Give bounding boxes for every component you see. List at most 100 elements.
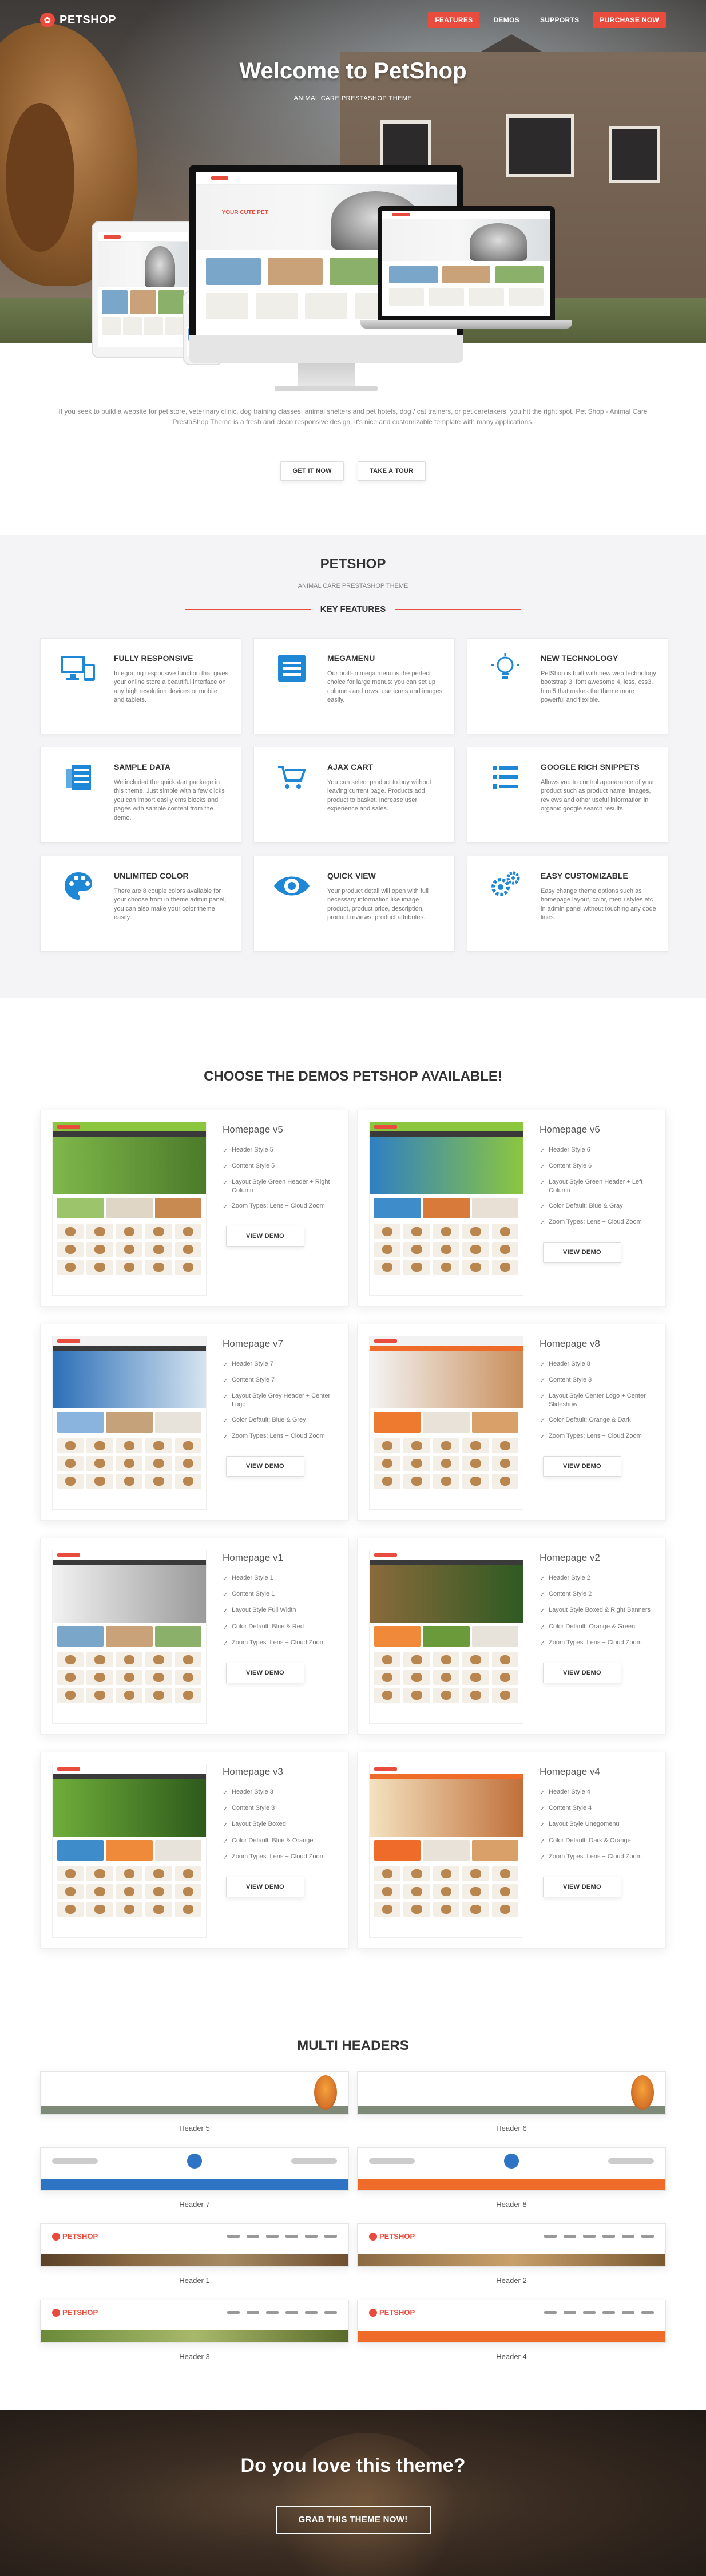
nav-demos[interactable]: DEMOS bbox=[486, 12, 526, 28]
header-preview[interactable]: Header 8 bbox=[357, 2147, 666, 2209]
nav-purchase-now[interactable]: PURCHASE NOW bbox=[593, 12, 666, 28]
demo-thumbnail[interactable] bbox=[369, 1336, 523, 1510]
header-preview-image[interactable] bbox=[357, 2071, 666, 2115]
header-preview-image[interactable]: PETSHOP bbox=[40, 2223, 349, 2267]
header-preview-image[interactable]: PETSHOP bbox=[357, 2223, 666, 2267]
demo-title: Homepage v7 bbox=[223, 1338, 283, 1349]
view-demo-button[interactable]: VIEW DEMO bbox=[543, 1662, 621, 1683]
check-icon: ✓ bbox=[223, 1202, 229, 1211]
view-demo-button[interactable]: VIEW DEMO bbox=[226, 1662, 304, 1683]
header-label: Header 1 bbox=[179, 2276, 210, 2285]
intro-text: If you seek to build a website for pet s… bbox=[58, 407, 648, 426]
header-label: Header 8 bbox=[496, 2200, 527, 2209]
header-label: Header 2 bbox=[496, 2276, 527, 2285]
feature-title: UNLIMITED COLOR bbox=[114, 871, 189, 880]
demo-feature-list: ✓ Header Style 6 ✓ Content Style 6 ✓ Layout S… bbox=[540, 1146, 654, 1227]
devices-icon bbox=[52, 651, 105, 721]
nav-supports[interactable]: SUPPORTS bbox=[533, 12, 586, 28]
main-nav: FEATURES DEMOS SUPPORTS PURCHASE NOW bbox=[428, 12, 666, 28]
key-features-heading: KEY FEATURES bbox=[40, 604, 666, 614]
demo-feature-item: ✓ Header Style 2 bbox=[540, 1574, 590, 1582]
demo-thumbnail[interactable] bbox=[52, 1764, 207, 1938]
feature-text: There are 8 couple colors available for … bbox=[114, 888, 227, 921]
hero-subtitle: ANIMAL CARE PRESTASHOP THEME bbox=[293, 95, 413, 102]
eye-icon bbox=[265, 869, 318, 939]
header-label: Header 7 bbox=[179, 2200, 210, 2209]
view-demo-button[interactable]: VIEW DEMO bbox=[543, 1242, 621, 1263]
grab-theme-button[interactable]: GRAB THIS THEME NOW! bbox=[275, 2506, 431, 2534]
feature-text: Allows you to control appearance of your… bbox=[541, 779, 655, 813]
demo-title: Homepage v5 bbox=[223, 1124, 283, 1135]
multi-headers-section: MULTI HEADERS Header 5 Header 6 Header 7 He… bbox=[0, 1972, 706, 2410]
demo-feature-list: ✓ Header Style 8 ✓ Content Style 8 ✓ Layout S… bbox=[540, 1360, 654, 1441]
check-icon: ✓ bbox=[540, 1639, 546, 1647]
header-preview[interactable]: Header 5 bbox=[40, 2071, 349, 2132]
demo-feature-list: ✓ Header Style 5 ✓ Content Style 5 ✓ Layout S… bbox=[223, 1146, 337, 1211]
feature-card: MEGAMENU Our built-in mega menu is the p… bbox=[253, 638, 455, 734]
check-icon: ✓ bbox=[540, 1360, 546, 1368]
demo-feature-item: ✓ Content Style 8 bbox=[540, 1376, 592, 1385]
top-navbar: ✿ PETSHOP FEATURES DEMOS SUPPORTS PURCHA… bbox=[0, 0, 706, 40]
view-demo-button[interactable]: VIEW DEMO bbox=[226, 1456, 304, 1477]
multi-headers-title: MULTI HEADERS bbox=[297, 2038, 409, 2053]
demos-grid: Homepage v5 ✓ Header Style 5 ✓ Content Styl… bbox=[40, 1110, 666, 1949]
demo-feature-item: ✓ Zoom Types: Lens + Cloud Zoom bbox=[540, 1218, 642, 1227]
feature-card: AJAX CART You can select product to buy … bbox=[253, 747, 455, 843]
check-icon: ✓ bbox=[223, 1162, 229, 1171]
feature-title: EASY CUSTOMIZABLE bbox=[541, 871, 628, 880]
demo-feature-list: ✓ Header Style 1 ✓ Content Style 1 ✓ Layout S… bbox=[223, 1574, 337, 1648]
check-icon: ✓ bbox=[540, 1590, 546, 1599]
header-preview[interactable]: PETSHOP Header 2 bbox=[357, 2223, 666, 2285]
demo-thumbnail[interactable] bbox=[52, 1336, 207, 1510]
demo-feature-item: ✓ Content Style 2 bbox=[540, 1590, 592, 1599]
header-preview-image[interactable] bbox=[357, 2147, 666, 2191]
demo-card: Homepage v2 ✓ Header Style 2 ✓ Content Styl… bbox=[357, 1538, 666, 1735]
demo-thumbnail[interactable] bbox=[369, 1122, 523, 1296]
demo-feature-item: ✓ Content Style 6 bbox=[540, 1162, 592, 1171]
check-icon: ✓ bbox=[223, 1392, 229, 1401]
dog-ear-image bbox=[6, 103, 74, 252]
demo-feature-item: ✓ Content Style 5 bbox=[223, 1162, 275, 1171]
demo-feature-item: ✓ Zoom Types: Lens + Cloud Zoom bbox=[540, 1639, 642, 1647]
check-icon: ✓ bbox=[540, 1162, 546, 1171]
demos-section: CHOOSE THE DEMOS PETSHOP AVAILABLE! Home… bbox=[0, 998, 706, 1972]
feature-card: QUICK VIEW Your product detail will open… bbox=[253, 856, 455, 952]
feature-title: MEGAMENU bbox=[327, 654, 375, 663]
header-preview-image[interactable]: PETSHOP bbox=[357, 2300, 666, 2343]
demo-thumbnail[interactable] bbox=[52, 1550, 207, 1724]
header-preview[interactable]: Header 6 bbox=[357, 2071, 666, 2132]
get-it-now-button[interactable]: GET IT NOW bbox=[280, 461, 344, 481]
check-icon: ✓ bbox=[223, 1788, 229, 1797]
header-preview[interactable]: PETSHOP Header 1 bbox=[40, 2223, 349, 2285]
demo-card: Homepage v1 ✓ Header Style 1 ✓ Content Styl… bbox=[40, 1538, 349, 1735]
header-preview-image[interactable] bbox=[40, 2147, 349, 2191]
view-demo-button[interactable]: VIEW DEMO bbox=[543, 1876, 621, 1897]
house-window bbox=[609, 126, 660, 183]
demo-thumbnail[interactable] bbox=[369, 1764, 523, 1938]
tablet-mockup bbox=[92, 221, 195, 358]
feature-title: GOOGLE RICH SNIPPETS bbox=[541, 762, 640, 771]
demo-thumbnail[interactable] bbox=[52, 1122, 207, 1296]
header-preview-image[interactable]: PETSHOP bbox=[40, 2300, 349, 2343]
demo-feature-item: ✓ Header Style 6 bbox=[540, 1146, 590, 1154]
demo-feature-item: ✓ Content Style 7 bbox=[223, 1376, 275, 1385]
demo-thumbnail[interactable] bbox=[369, 1550, 523, 1724]
demo-title: Homepage v1 bbox=[223, 1552, 283, 1563]
demo-feature-item: ✓ Layout Style Center Logo + Center Slide… bbox=[540, 1392, 646, 1408]
demo-title: Homepage v2 bbox=[540, 1552, 600, 1563]
view-demo-button[interactable]: VIEW DEMO bbox=[226, 1876, 304, 1897]
header-preview[interactable]: PETSHOP Header 3 bbox=[40, 2300, 349, 2361]
header-preview[interactable]: PETSHOP Header 4 bbox=[357, 2300, 666, 2361]
view-demo-button[interactable]: VIEW DEMO bbox=[543, 1456, 621, 1477]
header-preview-image[interactable] bbox=[40, 2071, 349, 2115]
demo-title: Homepage v8 bbox=[540, 1338, 600, 1349]
view-demo-button[interactable]: VIEW DEMO bbox=[226, 1226, 304, 1247]
check-icon: ✓ bbox=[223, 1360, 229, 1368]
header-label: Header 5 bbox=[179, 2124, 210, 2132]
feature-text: Your product detail will open with full … bbox=[327, 888, 429, 921]
take-a-tour-button[interactable]: TAKE A TOUR bbox=[357, 461, 426, 481]
demo-feature-item: ✓ Zoom Types: Lens + Cloud Zoom bbox=[223, 1202, 325, 1211]
logo[interactable]: ✿ PETSHOP bbox=[40, 13, 116, 27]
header-preview[interactable]: Header 7 bbox=[40, 2147, 349, 2209]
nav-features[interactable]: FEATURES bbox=[428, 12, 480, 28]
